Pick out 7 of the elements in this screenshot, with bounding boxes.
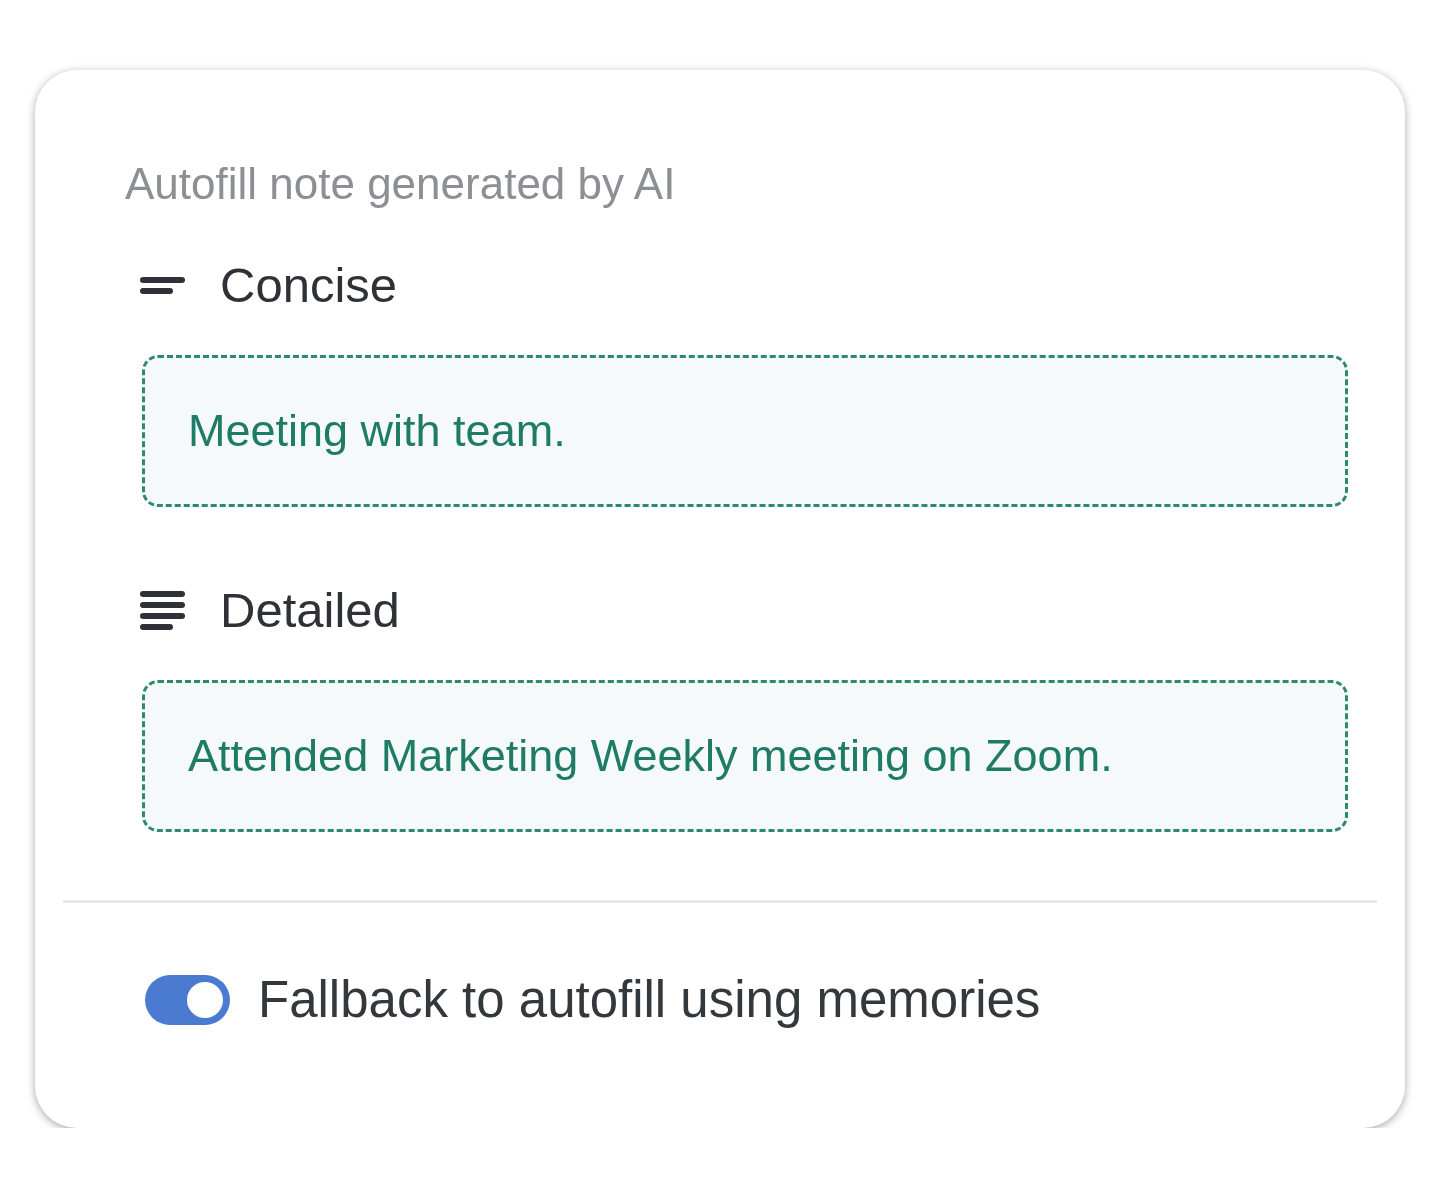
toggle-label: Fallback to autofill using memories [258, 970, 1041, 1030]
generated-note: Attended Marketing Weekly meeting on Zoom. [142, 680, 1348, 832]
toggle-switch[interactable] [145, 975, 230, 1025]
option-label: Detailed [220, 582, 400, 639]
panel-title: Autofill note generated by AI [125, 158, 677, 210]
option-label: Concise [220, 257, 398, 314]
generated-note: Meeting with team. [142, 355, 1348, 507]
